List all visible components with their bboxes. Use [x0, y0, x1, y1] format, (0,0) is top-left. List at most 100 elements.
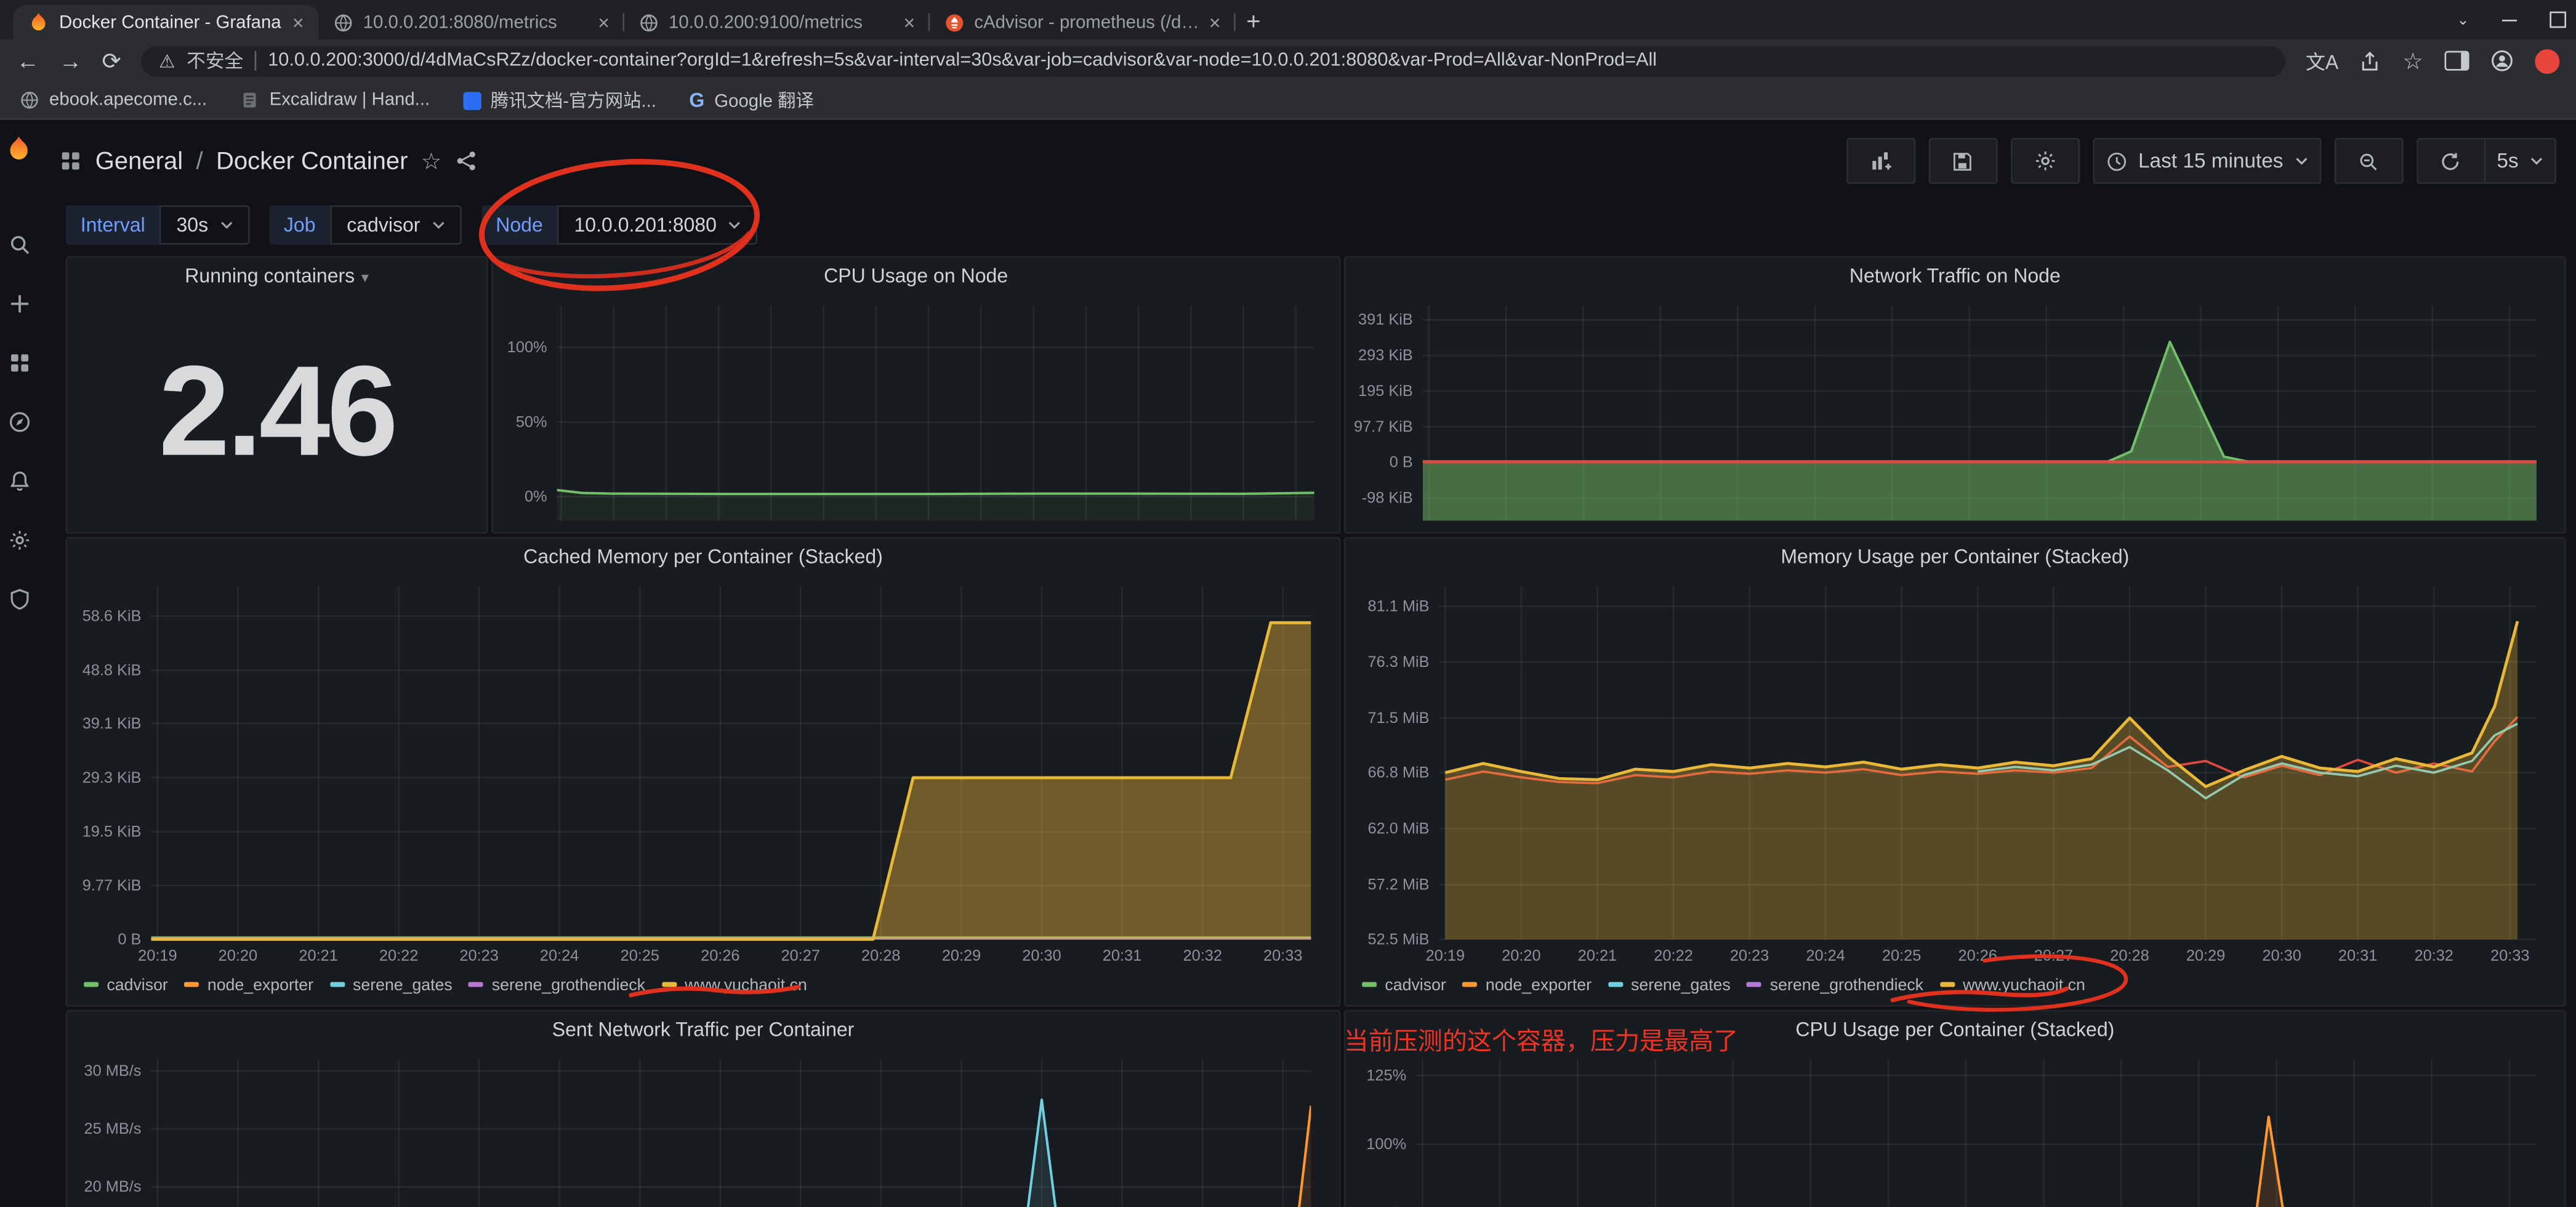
profile-icon[interactable] — [2490, 49, 2513, 72]
bookmark-label: ebook.apecome.c... — [49, 91, 207, 110]
alerting-bell-icon[interactable] — [7, 470, 30, 493]
chart-cpu-usage-per-container[interactable]: 125%100%75%50%25%0%20:1920:2020:2120:222… — [1347, 1049, 2563, 1207]
svg-text:20:30: 20:30 — [2262, 947, 2301, 964]
translate-icon[interactable]: 文A — [2306, 47, 2338, 75]
browser-tab-cadvisor[interactable]: cAdvisor - prometheus (/dock... × — [930, 5, 1235, 39]
chart-network-traffic-on-node[interactable]: 391 KiB293 KiB195 KiB97.7 KiB0 B-98 KiB — [1347, 296, 2563, 530]
grafana-logo[interactable] — [5, 135, 33, 163]
breadcrumb: General / Docker Container ☆ — [59, 147, 478, 175]
browser-tab-metrics-200[interactable]: 10.0.0.200:9100/metrics × — [624, 5, 930, 39]
bookmark-item[interactable]: 腾讯文档-官方网站... — [463, 87, 656, 113]
tab-close-icon[interactable]: × — [1209, 12, 1221, 32]
globe-icon — [20, 91, 39, 110]
legend-item[interactable]: cadvisor — [1362, 977, 1446, 995]
legend-item[interactable]: serene_gates — [330, 977, 453, 995]
panel-title[interactable]: Memory Usage per Container (Stacked) — [1345, 539, 2564, 575]
security-label[interactable]: 不安全 — [187, 47, 243, 74]
configuration-gear-icon[interactable] — [7, 529, 30, 552]
dashboard-settings-button[interactable] — [2010, 138, 2079, 184]
variable-value-dropdown[interactable]: cadvisor — [331, 205, 462, 244]
bookmark-item[interactable]: G Google 翻译 — [689, 87, 813, 113]
browser-tab-grafana[interactable]: Docker Container - Grafana × — [13, 5, 318, 39]
tab-search-icon[interactable]: ⌄ — [2457, 10, 2469, 28]
reload-icon[interactable]: ⟳ — [102, 49, 121, 72]
panel-title[interactable]: CPU Usage per Container (Stacked) — [1345, 1012, 2564, 1048]
bookmark-item[interactable]: Excalidraw | Hand... — [240, 91, 430, 110]
create-plus-icon[interactable] — [7, 293, 30, 315]
grafana-app: General / Docker Container ☆ Last 15 — [0, 120, 2576, 1207]
variable-value-dropdown[interactable]: 30s — [160, 205, 249, 244]
back-icon[interactable]: ← — [17, 49, 39, 72]
add-panel-button[interactable] — [1846, 138, 1915, 184]
legend-item[interactable]: www.yuchaoit.cn — [1940, 977, 2085, 995]
refresh-button[interactable] — [2417, 138, 2484, 184]
browser-tab-metrics-201[interactable]: 10.0.0.201:8080/metrics × — [319, 5, 624, 39]
url-text[interactable]: 10.0.0.200:3000/d/4dMaCsRZz/docker-conta… — [268, 51, 1657, 71]
forward-icon[interactable]: → — [59, 49, 82, 72]
address-bar[interactable]: ⚠ 不安全 10.0.0.200:3000/d/4dMaCsRZz/docker… — [141, 45, 2286, 76]
legend-item[interactable]: serene_grothendieck — [469, 977, 645, 995]
svg-text:391 KiB: 391 KiB — [1358, 311, 1413, 328]
new-tab-button[interactable]: + — [1236, 5, 1272, 39]
svg-text:62.0 MiB: 62.0 MiB — [1367, 820, 1429, 838]
time-range-picker[interactable]: Last 15 minutes — [2092, 138, 2321, 184]
bookmark-star-icon[interactable]: ☆ — [2402, 47, 2423, 75]
chart-cached-memory-per-container[interactable]: 58.6 KiB48.8 KiB39.1 KiB29.3 KiB19.5 KiB… — [69, 576, 1337, 967]
refresh-controls: 5s — [2417, 138, 2556, 184]
admin-shield-icon[interactable] — [7, 588, 30, 611]
svg-text:20:26: 20:26 — [1958, 947, 1997, 964]
svg-text:20:33: 20:33 — [2490, 947, 2529, 964]
legend-item[interactable]: serene_gates — [1608, 977, 1731, 995]
legend-item[interactable]: cadvisor — [84, 977, 168, 995]
minimize-icon[interactable] — [2502, 19, 2517, 21]
panel-title[interactable]: Running containers▾ — [67, 258, 486, 294]
legend-item[interactable]: serene_grothendieck — [1747, 977, 1923, 995]
explore-compass-icon[interactable] — [7, 411, 30, 434]
chart-memory-usage-per-container[interactable]: 81.1 MiB76.3 MiB71.5 MiB66.8 MiB62.0 MiB… — [1347, 576, 2563, 967]
browser-tabstrip: Docker Container - Grafana × 10.0.0.201:… — [0, 0, 2576, 39]
share-dashboard-icon[interactable] — [455, 150, 478, 172]
tencent-docs-icon — [463, 91, 481, 109]
share-icon[interactable] — [2360, 50, 2381, 71]
window-controls: ⌄ — [2457, 0, 2566, 39]
svg-text:20:23: 20:23 — [1730, 947, 1769, 964]
svg-text:20:25: 20:25 — [1882, 947, 1921, 964]
side-panel-icon[interactable] — [2445, 51, 2469, 71]
panel-title[interactable]: CPU Usage on Node — [493, 258, 1339, 294]
favorite-star-icon[interactable]: ☆ — [421, 147, 442, 175]
bookmark-label: Google 翻译 — [714, 87, 814, 113]
breadcrumb-section[interactable]: General — [95, 147, 183, 175]
svg-text:20:28: 20:28 — [861, 947, 900, 964]
maximize-icon[interactable] — [2550, 12, 2566, 28]
svg-text:20:29: 20:29 — [942, 947, 981, 964]
search-icon[interactable] — [7, 233, 30, 256]
tab-close-icon[interactable]: × — [904, 12, 916, 32]
svg-text:76.3 MiB: 76.3 MiB — [1367, 653, 1429, 671]
grafana-favicon — [28, 12, 49, 33]
dashboards-icon[interactable] — [7, 352, 30, 374]
zoom-out-button[interactable] — [2334, 138, 2403, 184]
panel-sent-network-traffic-per-container: Sent Network Traffic per Container 30 MB… — [66, 1010, 1341, 1207]
chart-cpu-usage-on-node[interactable]: 100%50%0% — [494, 296, 1337, 530]
legend-item[interactable]: www.yuchaoit.cn — [662, 977, 807, 995]
google-icon: G — [689, 89, 704, 111]
panel-title[interactable]: Sent Network Traffic per Container — [67, 1012, 1338, 1048]
warning-icon: ⚠ — [159, 50, 175, 71]
legend-item[interactable]: node_exporter — [185, 977, 313, 995]
panel-title[interactable]: Network Traffic on Node — [1345, 258, 2564, 294]
panel-network-traffic-on-node: Network Traffic on Node 391 KiB293 KiB19… — [1344, 256, 2566, 534]
divider — [255, 51, 257, 71]
refresh-interval-select[interactable]: 5s — [2484, 138, 2556, 184]
panel-menu-caret-icon[interactable]: ▾ — [361, 269, 369, 286]
variable-value-dropdown[interactable]: 10.0.0.201:8080 — [558, 205, 758, 244]
bookmark-item[interactable]: ebook.apecome.c... — [20, 91, 207, 110]
panel-title[interactable]: Cached Memory per Container (Stacked) — [67, 539, 1338, 575]
save-dashboard-button[interactable] — [1928, 138, 1997, 184]
legend-item[interactable]: node_exporter — [1463, 977, 1592, 995]
tab-close-icon[interactable]: × — [598, 12, 610, 32]
profile-avatar[interactable] — [2535, 49, 2559, 73]
chart-legend: cadvisor node_exporter serene_gates serene_… — [1362, 971, 2554, 1002]
chart-sent-network-traffic-per-container[interactable]: 30 MB/s25 MB/s20 MB/s15 MB/s10 MB/s5 MB/… — [69, 1049, 1337, 1207]
svg-text:20:27: 20:27 — [781, 947, 820, 964]
tab-close-icon[interactable]: × — [292, 12, 304, 32]
